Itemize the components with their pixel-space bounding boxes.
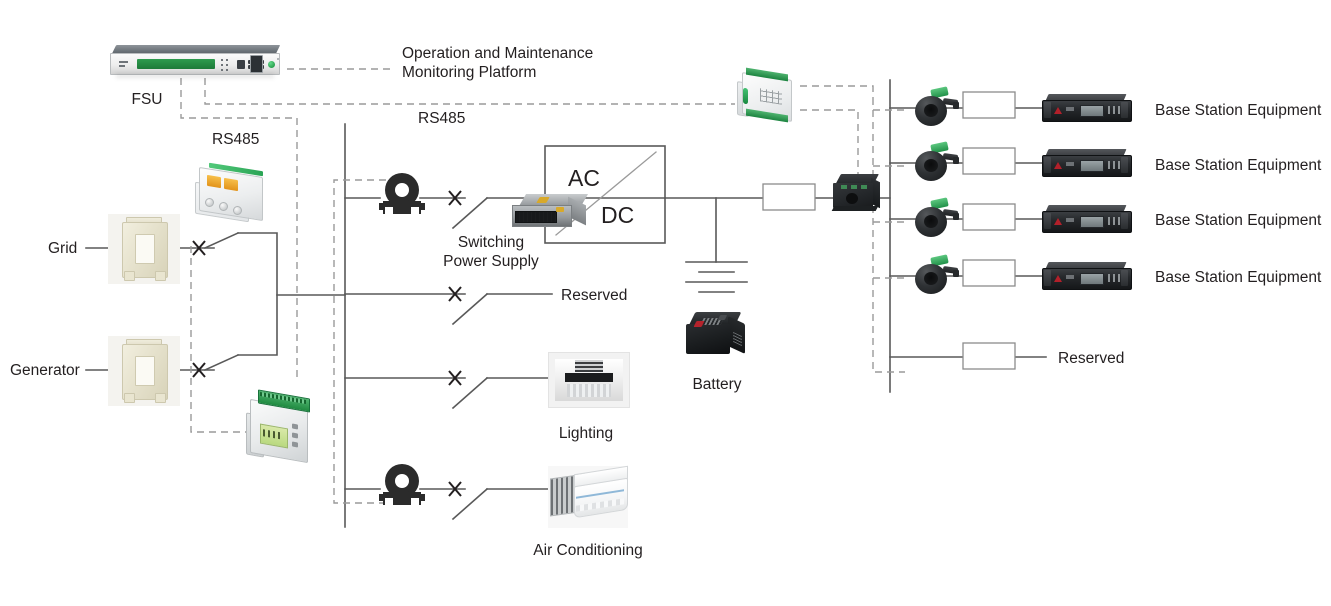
base-station-label-4: Base Station Equipment: [1155, 269, 1322, 286]
air-conditioner-icon: [548, 465, 628, 528]
din-rail-multifunction-meter-icon: [246, 388, 316, 464]
generator-current-transformer-icon: [108, 336, 180, 406]
dc-label: DC: [601, 202, 635, 228]
platform-label: Operation and Maintenance Monitoring Pla…: [402, 45, 594, 81]
reserved-ac-label: Reserved: [561, 287, 628, 304]
ring-ct-basestation-4-icon: [913, 254, 959, 296]
switching-power-supply-label: Switching Power Supply: [443, 234, 539, 270]
ring-current-transformer-icon: [379, 177, 425, 219]
rack-mount-equipment-4-icon: [1042, 262, 1132, 292]
ac-label: AC: [568, 165, 600, 191]
din-rail-breaker-meter-icon: [193, 158, 273, 224]
ring-ct-basestation-2-icon: [913, 141, 959, 183]
battery-label: Battery: [692, 376, 742, 393]
air-conditioning-label: Air Conditioning: [533, 542, 643, 559]
schematic-wires: [85, 68, 1047, 528]
rack-mount-equipment-1-icon: [1042, 94, 1132, 124]
ring-ct-basestation-1-icon: [913, 86, 959, 128]
diagram-canvas: FSU Operation and Maintenance Monitoring…: [0, 0, 1331, 606]
ring-ct-basestation-3-icon: [913, 197, 959, 239]
reserved-dc-label: Reserved: [1058, 350, 1125, 367]
rack-mount-equipment-3-icon: [1042, 205, 1132, 235]
grid-label: Grid: [48, 240, 78, 257]
lead-acid-battery-icon: [686, 312, 748, 362]
fuse-symbols: [762, 91, 1016, 370]
breaker-x-marks: [192, 190, 462, 497]
box-current-transformer-icon: [831, 174, 881, 214]
rs485-left-label: RS485: [212, 131, 260, 148]
grid-current-transformer-icon: [108, 214, 180, 284]
rs485-center-label: RS485: [418, 110, 466, 127]
fsu-rack-unit-icon: [110, 45, 282, 79]
fsu-label: FSU: [131, 91, 163, 108]
base-station-label-3: Base Station Equipment: [1155, 212, 1322, 229]
generator-label: Generator: [10, 362, 80, 379]
rack-mount-equipment-2-icon: [1042, 149, 1132, 179]
base-station-label-2: Base Station Equipment: [1155, 157, 1322, 174]
base-station-label-1: Base Station Equipment: [1155, 102, 1322, 119]
lighting-label: Lighting: [558, 425, 614, 442]
din-rail-dc-monitoring-module-icon: [736, 67, 796, 124]
ring-current-transformer-aircon-icon: [379, 468, 425, 510]
lighting-fixture-icon: [548, 352, 630, 408]
switching-power-supply-icon: [512, 194, 596, 234]
